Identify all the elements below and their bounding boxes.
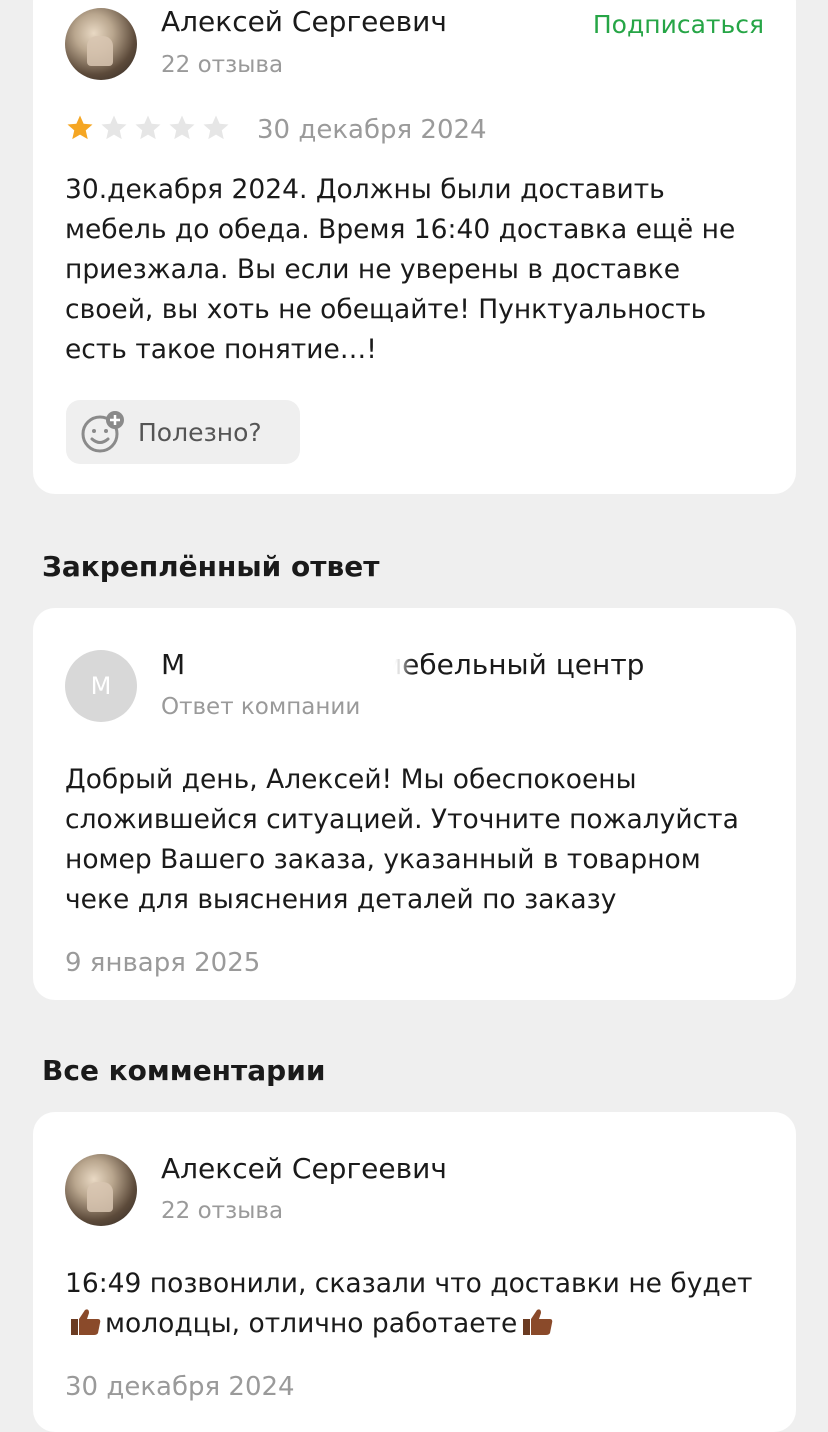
pinned-answer-text: Добрый день, Алексей! Мы обеспокоены сло… [65, 764, 739, 915]
thumbs-up-icon [523, 1309, 553, 1335]
company-role: Ответ компании [161, 694, 361, 720]
comment-card: Алексей Сергеевич 22 отзыва 16:49 позвон… [33, 1112, 796, 1432]
star-empty-icon [169, 115, 195, 140]
thumbs-up-icon [71, 1309, 101, 1335]
review-date: 30 декабря 2024 [257, 115, 487, 145]
comment-text: 16:49 позвонили, сказали что доставки не… [65, 1268, 753, 1339]
star-empty-icon [101, 115, 127, 140]
review-card: Алексей Сергеевич 22 отзыва Подписаться … [33, 0, 796, 494]
company-avatar-letter: М [90, 672, 112, 700]
review-text: 30.декабря 2024. Должны были доставить м… [65, 174, 736, 365]
subscribe-button[interactable]: Подписаться [593, 10, 764, 39]
author-review-count: 22 отзыва [161, 52, 284, 78]
comments-section-title: Все комментарии [42, 1054, 326, 1087]
helpful-button[interactable]: Полезно? [66, 400, 300, 464]
helpful-label: Полезно? [138, 417, 262, 447]
star-filled-icon [67, 115, 93, 140]
author-avatar[interactable] [65, 8, 137, 80]
company-avatar: М [65, 650, 137, 722]
comment-author-avatar[interactable] [65, 1154, 137, 1226]
pinned-answer-card: М М, мебельный центр Ответ компании Добр… [33, 608, 796, 1000]
comment-author-name[interactable]: Алексей Сергеевич [161, 1152, 447, 1185]
redacted-area [208, 644, 398, 692]
smile-plus-icon [81, 411, 124, 453]
pinned-section-title: Закреплённый ответ [42, 550, 380, 583]
rating-stars [65, 113, 231, 143]
pinned-answer-date: 9 января 2025 [65, 948, 261, 978]
comment-author-review-count: 22 отзыва [161, 1198, 284, 1224]
author-name[interactable]: Алексей Сергеевич [161, 5, 447, 38]
star-empty-icon [203, 115, 229, 140]
comment-date: 30 декабря 2024 [65, 1372, 295, 1402]
star-empty-icon [135, 115, 161, 140]
